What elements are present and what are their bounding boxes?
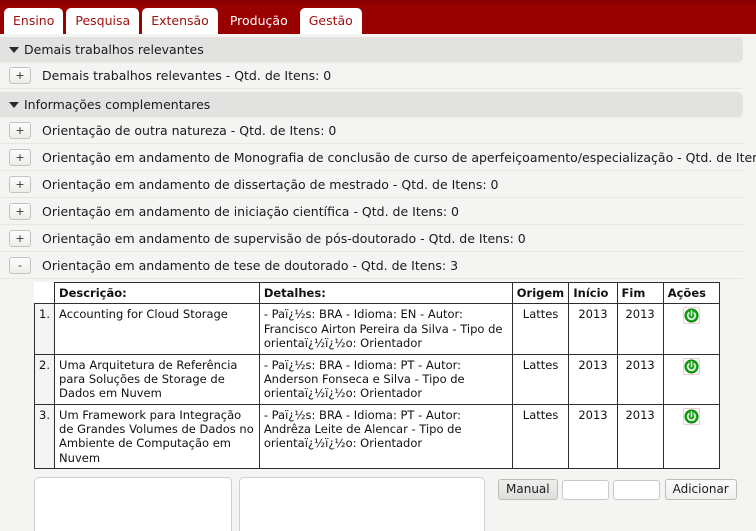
cell-descricao: Accounting for Cloud Storage xyxy=(54,303,260,355)
column-header-descricao: Descrição: xyxy=(54,281,260,305)
add-item-form: Manual Adicionar xyxy=(0,469,756,531)
accordion-item-orientacao-tese-doutorado[interactable]: - Orientação em andamento de tese de dou… xyxy=(0,252,743,279)
accordion-item-label: Orientação em andamento de Monografia de… xyxy=(42,149,756,165)
tab-label: Extensão xyxy=(151,12,209,28)
accordion-item-orientacao-outra-natureza[interactable]: + Orientação de outra natureza - Qtd. de… xyxy=(0,117,743,144)
row-number: 3. xyxy=(33,403,56,470)
cell-acoes xyxy=(662,303,721,355)
cell-descricao: Um Framework para Integração de Grandes … xyxy=(54,403,260,470)
chevron-down-icon xyxy=(9,46,19,53)
cell-origem: Lattes xyxy=(511,353,570,405)
cell-origem: Lattes xyxy=(511,303,570,355)
expand-toggle-button[interactable]: + xyxy=(9,148,31,166)
form-controls: Manual Adicionar xyxy=(498,477,737,501)
fim-input[interactable] xyxy=(612,479,660,500)
collapse-toggle-button[interactable]: - xyxy=(9,256,31,274)
accordion-item-orientacao-iniciacao-cientifica[interactable]: + Orientação em andamento de iniciação c… xyxy=(0,198,743,225)
expand-toggle-button[interactable]: + xyxy=(9,122,31,139)
cell-fim: 2013 xyxy=(616,353,664,405)
power-icon[interactable] xyxy=(682,407,700,425)
power-icon[interactable] xyxy=(682,357,700,375)
column-header-inicio: Início xyxy=(568,281,618,305)
column-header-origem: Origem xyxy=(511,281,570,305)
cell-detalhes: - Paï¿½s: BRA - Idioma: PT - Autor: Ande… xyxy=(258,353,513,405)
accordion-item-label: Orientação em andamento de supervisão de… xyxy=(42,230,526,246)
accordion-item-orientacao-monografia[interactable]: + Orientação em andamento de Monografia … xyxy=(0,144,756,171)
expand-toggle-button[interactable]: + xyxy=(9,229,31,247)
accordion-item-label: Orientação em andamento de dissertação d… xyxy=(42,176,499,192)
cell-detalhes: - Paï¿½s: BRA - Idioma: EN - Autor: Fran… xyxy=(258,303,513,355)
chevron-down-icon xyxy=(9,101,19,108)
tab-gestao[interactable]: Gestão xyxy=(299,8,362,34)
cell-fim: 2013 xyxy=(616,403,664,470)
manual-button[interactable]: Manual xyxy=(498,479,558,501)
accordion-item-label: Orientação em andamento de tese de douto… xyxy=(42,257,459,273)
inicio-input[interactable] xyxy=(561,479,609,500)
section-header-demais-trabalhos[interactable]: Demais trabalhos relevantes xyxy=(0,37,743,62)
cell-inicio: 2013 xyxy=(568,353,618,405)
tab-extensao[interactable]: Extensão xyxy=(142,8,218,34)
row-number: 1. xyxy=(33,303,56,355)
accordion-item-label: Orientação em andamento de iniciação cie… xyxy=(42,203,459,219)
cell-detalhes: - Paï¿½s: BRA - Idioma: PT - Autor: Andr… xyxy=(258,403,513,470)
accordion-item-label: Orientação de outra natureza - Qtd. de I… xyxy=(42,123,337,138)
accordion-item-label: Demais trabalhos relevantes - Qtd. de It… xyxy=(42,68,332,83)
cell-inicio: 2013 xyxy=(568,403,618,470)
power-icon[interactable] xyxy=(682,307,700,325)
column-header-detalhes: Detalhes: xyxy=(258,281,513,305)
cell-acoes xyxy=(662,353,721,405)
tab-pesquisa[interactable]: Pesquisa xyxy=(66,8,140,34)
descricao-textarea[interactable] xyxy=(34,477,232,531)
section-header-informacoes-complementares[interactable]: Informações complementares xyxy=(0,92,743,117)
cell-origem: Lattes xyxy=(511,403,570,470)
column-header-number xyxy=(34,282,56,305)
cell-descricao: Uma Arquitetura de Referência para Soluç… xyxy=(54,353,260,405)
accordion-item-demais-trabalhos[interactable]: + Demais trabalhos relevantes - Qtd. de … xyxy=(0,62,743,89)
column-header-fim: Fim xyxy=(616,281,664,305)
orientacao-tese-table-container: Descrição: Detalhes: Origem Início Fim A… xyxy=(0,279,756,470)
table-row: 2. Uma Arquitetura de Referência para So… xyxy=(33,353,721,405)
tab-ensino[interactable]: Ensino xyxy=(4,8,64,34)
column-header-acoes: Ações xyxy=(662,281,721,305)
cell-inicio: 2013 xyxy=(568,303,618,355)
table-row: 3. Um Framework para Integração de Grand… xyxy=(33,403,721,470)
section-title: Demais trabalhos relevantes xyxy=(24,42,204,57)
tab-label: Produção xyxy=(229,12,288,28)
textarea-group xyxy=(34,477,492,531)
detalhes-textarea[interactable] xyxy=(239,477,485,531)
section-title: Informações complementares xyxy=(24,97,211,112)
table-header-row: Descrição: Detalhes: Origem Início Fim A… xyxy=(34,281,721,305)
orientacao-tese-table: Descrição: Detalhes: Origem Início Fim A… xyxy=(33,281,721,470)
tab-label: Gestão xyxy=(308,12,353,28)
cell-acoes xyxy=(662,403,721,470)
expand-toggle-button[interactable]: + xyxy=(9,67,31,84)
tab-producao[interactable]: Produção xyxy=(220,8,297,34)
tab-bar: Ensino Pesquisa Extensão Produção Gestão xyxy=(0,0,756,34)
accordion-item-orientacao-mestrado[interactable]: + Orientação em andamento de dissertação… xyxy=(0,171,743,198)
expand-toggle-button[interactable]: + xyxy=(9,202,31,220)
tab-label: Pesquisa xyxy=(75,12,131,28)
page-content: Demais trabalhos relevantes + Demais tra… xyxy=(0,37,756,531)
expand-toggle-button[interactable]: + xyxy=(9,175,31,193)
row-number: 2. xyxy=(33,353,56,405)
adicionar-button[interactable]: Adicionar xyxy=(664,479,737,501)
accordion-item-orientacao-pos-doutorado[interactable]: + Orientação em andamento de supervisão … xyxy=(0,225,743,252)
cell-fim: 2013 xyxy=(616,303,664,355)
table-row: 1. Accounting for Cloud Storage - Paï¿½s… xyxy=(33,303,721,355)
tab-label: Ensino xyxy=(13,12,55,28)
